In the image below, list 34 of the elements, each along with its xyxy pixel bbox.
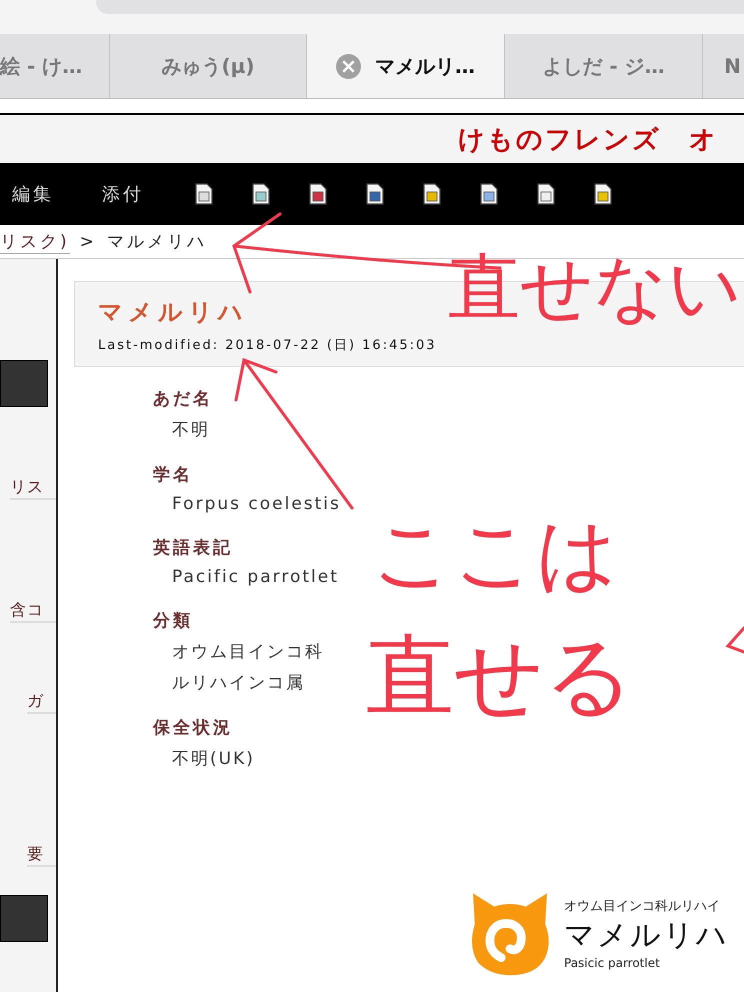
sidebar-heading-bar: [0, 895, 48, 942]
last-modified: Last-modified: 2018-07-22 (日) 16:45:03: [98, 337, 437, 354]
site-title: けものフレンズ オ: [458, 124, 718, 156]
field-value: Forpus coelestis: [171, 494, 342, 514]
handwritten-note: 直せない: [448, 250, 742, 326]
page-title: マメルリハ: [98, 297, 248, 328]
document-icon[interactable]: [536, 182, 556, 206]
handwritten-note: 直せる: [366, 630, 634, 722]
logo-name: マメルリハ: [564, 916, 729, 954]
breadcrumb-separator: >: [80, 232, 97, 252]
field-label: 分類: [153, 610, 194, 632]
browser-tab[interactable]: マメルリ…: [307, 34, 505, 98]
field-value: 不明(UK): [171, 748, 256, 770]
breadcrumb-link[interactable]: リスク): [0, 230, 70, 254]
logo-caption: オウム目インコ科ルリハイ: [564, 898, 721, 914]
handwritten-note: ここは: [372, 512, 618, 596]
field-value: ルリハインコ属: [171, 672, 306, 694]
logo-subtitle: Pasicic parrotlet: [564, 956, 661, 970]
toolbar-link[interactable]: 編集: [12, 182, 54, 206]
field-label: あだ名: [153, 388, 214, 410]
field-label: 学名: [153, 464, 194, 486]
sidebar-link[interactable]: ガ: [27, 691, 56, 714]
field-label: 保全状況: [153, 717, 234, 739]
sidebar-link[interactable]: 要: [27, 844, 56, 867]
field-value: 不明: [171, 419, 211, 441]
breadcrumb-current: マルメリハ: [106, 231, 207, 253]
field-label: 英語表記: [153, 537, 234, 559]
sidebar-link[interactable]: リス: [10, 477, 56, 500]
toolbar-link[interactable]: 添付: [102, 182, 144, 206]
sidebar-heading-bar: [0, 360, 48, 407]
field-value: オウム目インコ科: [171, 641, 325, 663]
sidebar-link[interactable]: 含コ: [10, 600, 56, 623]
close-icon[interactable]: [336, 54, 361, 78]
field-value: Pacific parrotlet: [171, 567, 340, 587]
